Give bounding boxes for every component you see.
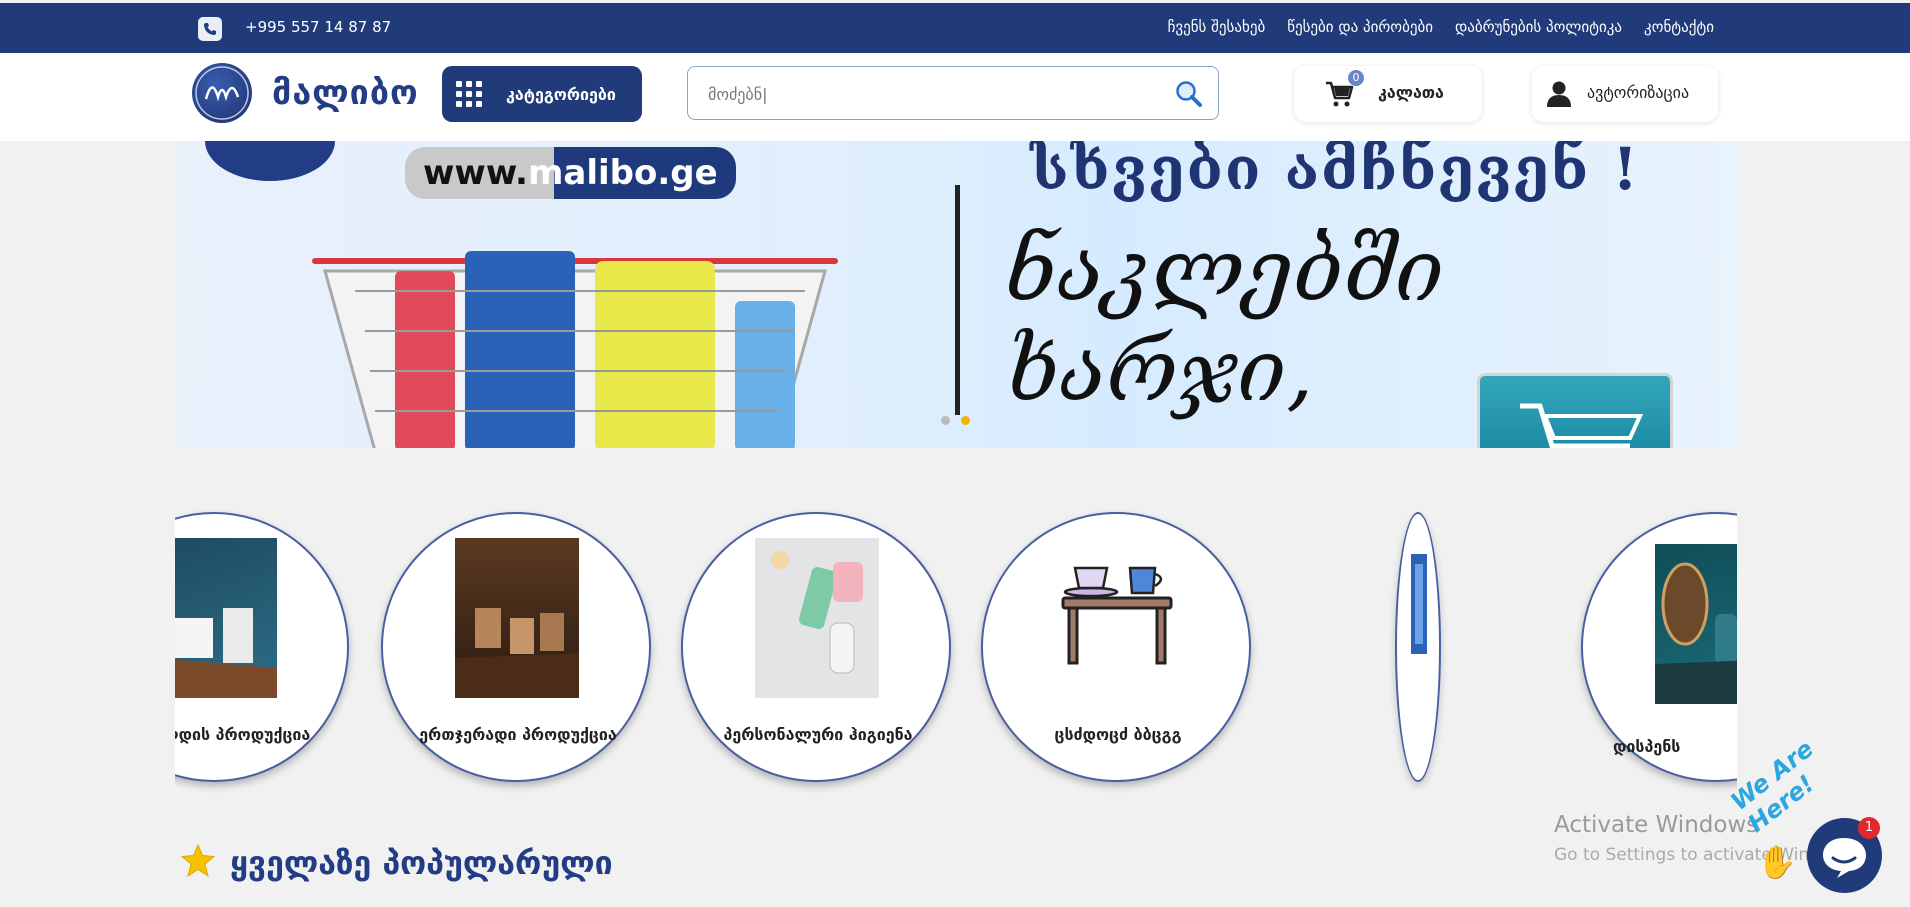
phone-number[interactable]: +995 557 14 87 87 — [245, 18, 391, 36]
category-dispensers[interactable]: დისპენს — [1581, 512, 1737, 782]
popular-title: ყველაზე პოპულარული — [230, 844, 613, 882]
category-label: პერსონალური ჰიგიენა — [723, 725, 913, 744]
cart-button[interactable]: 0 კალათა — [1294, 66, 1482, 122]
link-return-policy[interactable]: დაბრუნების პოლიტიკა — [1455, 18, 1622, 36]
banner-divider — [955, 185, 960, 415]
category-paper-products[interactable]: ქაღალდის პროდუქცია — [175, 512, 349, 782]
category-image — [1655, 544, 1737, 704]
category-image — [175, 538, 277, 698]
category-personal-hygiene[interactable]: პერსონალური ჰიგიენა — [681, 512, 951, 782]
logo-image[interactable] — [192, 63, 252, 123]
carousel-dot-active[interactable] — [961, 416, 970, 425]
banner-website: www.malibo.ge — [405, 147, 736, 199]
category-image — [455, 538, 579, 698]
category-image — [1055, 538, 1179, 698]
category-disposable-products[interactable]: ერთჯერადი პროდუქცია — [381, 512, 651, 782]
cart-count-badge: 0 — [1348, 70, 1364, 86]
link-terms[interactable]: წესები და პირობები — [1287, 18, 1433, 36]
chat-notification-badge: 1 — [1858, 817, 1880, 839]
logo-text[interactable]: მალიბო — [272, 73, 419, 113]
category-image — [755, 538, 879, 698]
cart-icon — [1324, 80, 1354, 108]
login-button[interactable]: ავტორიზაცია — [1532, 66, 1718, 122]
category-label: ცსძდოცძ ბბცგგ — [1054, 725, 1182, 744]
link-contact[interactable]: კონტაქტი — [1644, 18, 1714, 36]
categories-label: კატეგორიები — [506, 84, 616, 104]
link-about[interactable]: ჩვენს შესახებ — [1168, 18, 1266, 36]
category-label: დისპენს — [1613, 737, 1681, 756]
cart-label: კალათა — [1378, 83, 1444, 102]
basket-image — [295, 231, 855, 448]
login-label: ავტორიზაცია — [1587, 83, 1690, 102]
wave-hand-icon: ✋ — [1757, 843, 1797, 881]
phone-icon — [198, 17, 222, 41]
search-input[interactable] — [706, 79, 1150, 109]
search-box — [687, 66, 1219, 120]
top-bar: +995 557 14 87 87 ჩვენს შესახებ წესები დ… — [0, 3, 1910, 53]
search-icon[interactable] — [1174, 79, 1204, 109]
user-icon — [1546, 80, 1572, 108]
header: მალიბო კატეგორიები 0 კალათა ავტორიზაცია — [0, 53, 1910, 141]
banner-headline: სხვები ამჩნევენ ! — [1030, 141, 1640, 203]
categories-button[interactable]: კატეგორიები — [442, 66, 642, 122]
windows-watermark-title: Activate Windows — [1554, 812, 1759, 838]
banner-site-part2: malibo.ge — [527, 153, 718, 193]
category-carousel: ქაღალდის პროდუქცია ერთჯერადი პროდუქცია პ… — [175, 510, 1737, 800]
hero-banner[interactable]: www.malibo.ge სხვები ამჩნევენ ! ნაკლებში… — [175, 141, 1737, 448]
carousel-dot[interactable] — [941, 416, 950, 425]
star-icon — [180, 843, 216, 883]
banner-site-part1: www. — [423, 153, 528, 193]
category-label: ქაღალდის პროდუქცია — [175, 725, 311, 744]
banner-logo — [205, 141, 335, 181]
popular-section-header: ყველაზე პოპულარული — [180, 843, 613, 883]
category-label: ერთჯერადი პროდუქცია — [419, 725, 617, 744]
category-tableware[interactable]: ცსძდოცძ ბბცგგ — [981, 512, 1251, 782]
grid-icon — [456, 81, 482, 107]
cart-sign-image — [1477, 373, 1673, 448]
category-dispensers-flipping[interactable] — [1395, 512, 1441, 782]
top-links: ჩვენს შესახებ წესები და პირობები დაბრუნე… — [1168, 18, 1714, 36]
